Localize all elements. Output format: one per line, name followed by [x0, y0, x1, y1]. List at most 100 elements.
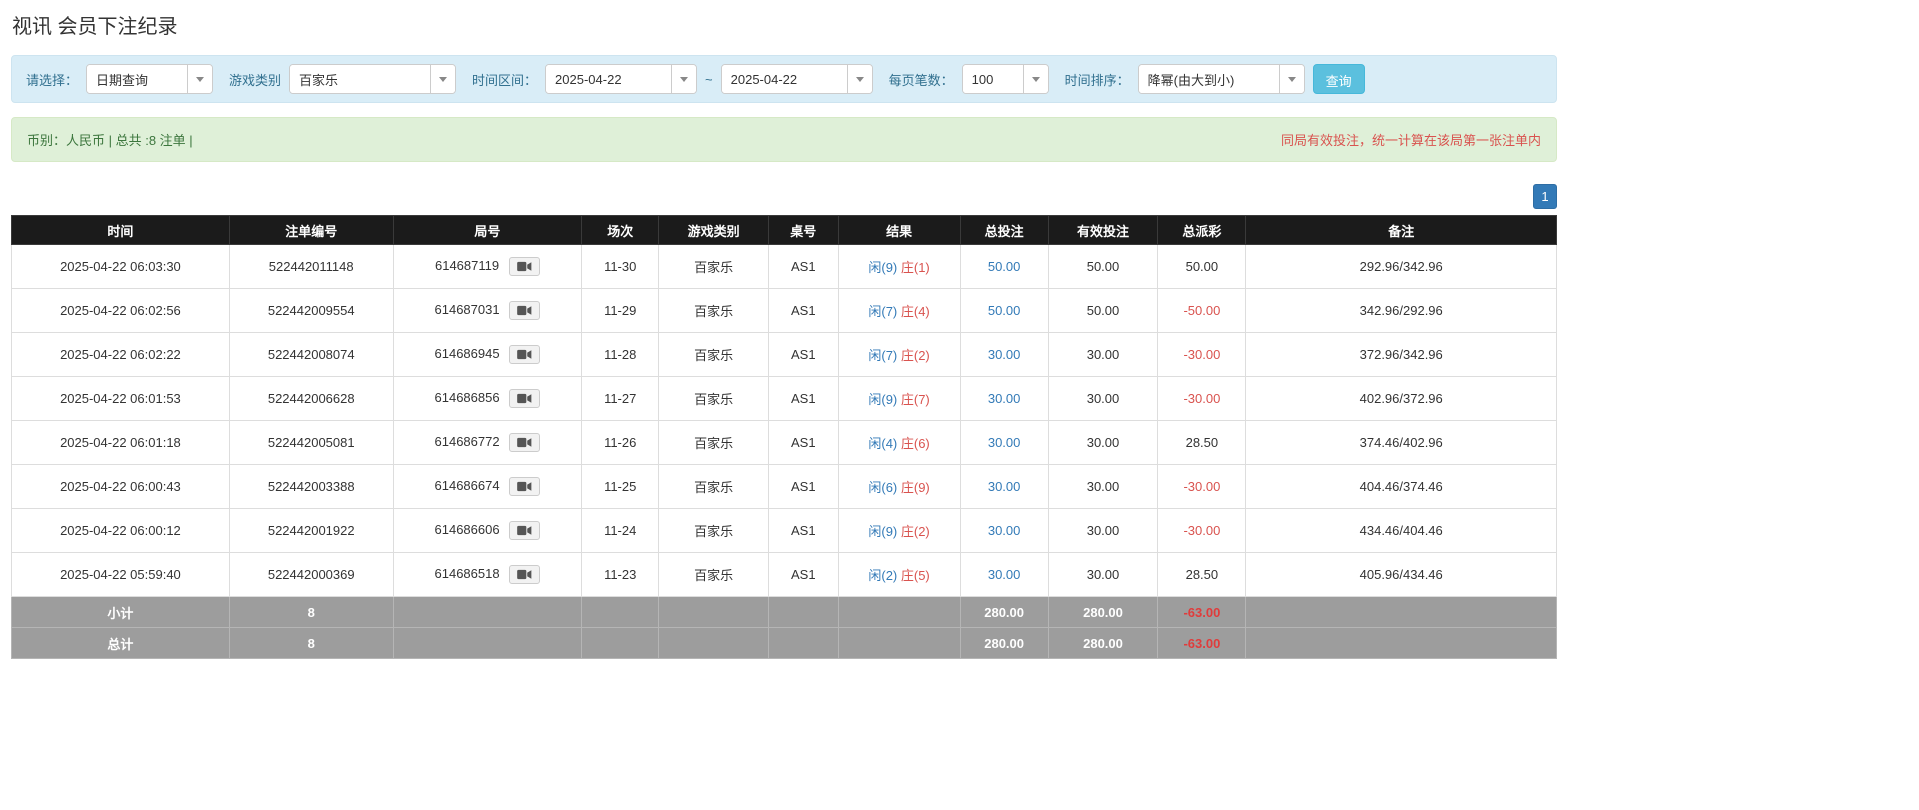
header-order-id: 注单编号 — [229, 216, 393, 245]
cell-order-id: 522442006628 — [229, 377, 393, 421]
game-type-combobox[interactable] — [289, 64, 456, 94]
date-from-input[interactable] — [546, 65, 671, 93]
table-row: 2025-04-22 06:00:43 522442003388 6146866… — [12, 465, 1557, 509]
summary-notice: 同局有效投注，统一计算在该局第一张注单内 — [1281, 130, 1541, 149]
game-type-dropdown-button[interactable] — [430, 65, 455, 93]
cell-payout: -30.00 — [1158, 333, 1246, 377]
total-bet-link[interactable]: 30.00 — [988, 347, 1021, 362]
total-bet-link[interactable]: 50.00 — [988, 259, 1021, 274]
cell-order-id: 522442008074 — [229, 333, 393, 377]
video-camera-icon — [517, 569, 532, 580]
cell-session: 11-23 — [582, 553, 659, 597]
video-camera-icon — [517, 481, 532, 492]
video-replay-button[interactable] — [509, 345, 540, 364]
result-player: 闲(9) — [868, 392, 897, 407]
video-replay-button[interactable] — [509, 477, 540, 496]
video-camera-icon — [517, 305, 532, 316]
cell-time: 2025-04-22 06:01:18 — [12, 421, 230, 465]
query-type-input[interactable] — [87, 65, 187, 93]
video-replay-button[interactable] — [509, 389, 540, 408]
header-session: 场次 — [582, 216, 659, 245]
video-replay-button[interactable] — [509, 301, 540, 320]
cell-total-bet: 30.00 — [960, 553, 1048, 597]
total-bet-link[interactable]: 30.00 — [988, 391, 1021, 406]
page-size-dropdown-button[interactable] — [1023, 65, 1048, 93]
caret-down-icon — [856, 77, 864, 82]
header-time: 时间 — [12, 216, 230, 245]
round-id-text: 614686856 — [435, 390, 500, 405]
cell-table-no: AS1 — [769, 289, 839, 333]
header-round-id: 局号 — [393, 216, 581, 245]
cell-payout: 50.00 — [1158, 245, 1246, 289]
cell-table-no: AS1 — [769, 377, 839, 421]
result-banker: 庄(2) — [901, 524, 930, 539]
query-type-dropdown-button[interactable] — [187, 65, 212, 93]
query-type-combobox[interactable] — [86, 64, 213, 94]
page-title: 视讯 会员下注纪录 — [12, 10, 1907, 39]
cell-valid-bet: 30.00 — [1048, 465, 1158, 509]
cell-time: 2025-04-22 05:59:40 — [12, 553, 230, 597]
video-replay-button[interactable] — [509, 433, 540, 452]
cell-session: 11-28 — [582, 333, 659, 377]
page-size-input[interactable] — [963, 65, 1023, 93]
date-to-input[interactable] — [722, 65, 847, 93]
cell-game-type: 百家乐 — [659, 465, 769, 509]
result-player: 闲(9) — [868, 260, 897, 275]
header-table-no: 桌号 — [769, 216, 839, 245]
cell-time: 2025-04-22 06:00:43 — [12, 465, 230, 509]
cell-total-bet: 30.00 — [960, 509, 1048, 553]
round-id-text: 614686674 — [435, 478, 500, 493]
date-from-combobox[interactable] — [545, 64, 697, 94]
video-replay-button[interactable] — [509, 257, 540, 276]
cell-round-id: 614686945 — [393, 333, 581, 377]
table-row: 2025-04-22 06:03:30 522442011148 6146871… — [12, 245, 1557, 289]
cell-payout: -30.00 — [1158, 377, 1246, 421]
cell-remark: 434.46/404.46 — [1246, 509, 1557, 553]
page-size-combobox[interactable] — [962, 64, 1049, 94]
date-from-dropdown-button[interactable] — [671, 65, 696, 93]
sort-dropdown-button[interactable] — [1279, 65, 1304, 93]
result-banker: 庄(6) — [901, 436, 930, 451]
total-bet-link[interactable]: 50.00 — [988, 303, 1021, 318]
cell-remark: 372.96/342.96 — [1246, 333, 1557, 377]
video-camera-icon — [517, 261, 532, 272]
date-to-combobox[interactable] — [721, 64, 873, 94]
video-replay-button[interactable] — [509, 521, 540, 540]
sort-input[interactable] — [1139, 65, 1279, 93]
cell-table-no: AS1 — [769, 553, 839, 597]
cell-remark: 292.96/342.96 — [1246, 245, 1557, 289]
cell-total-bet: 30.00 — [960, 377, 1048, 421]
total-bet-link[interactable]: 30.00 — [988, 479, 1021, 494]
cell-round-id: 614687031 — [393, 289, 581, 333]
pagination-page-1-button[interactable]: 1 — [1533, 184, 1557, 209]
table-row: 2025-04-22 05:59:40 522442000369 6146865… — [12, 553, 1557, 597]
total-bet-link[interactable]: 30.00 — [988, 435, 1021, 450]
sort-combobox[interactable] — [1138, 64, 1305, 94]
game-type-input[interactable] — [290, 65, 430, 93]
table-header-row: 时间 注单编号 局号 场次 游戏类别 桌号 结果 总投注 有效投注 总派彩 备注 — [12, 216, 1557, 245]
cell-order-id: 522442003388 — [229, 465, 393, 509]
cell-valid-bet: 30.00 — [1048, 421, 1158, 465]
video-replay-button[interactable] — [509, 565, 540, 584]
video-camera-icon — [517, 437, 532, 448]
total-bet-link[interactable]: 30.00 — [988, 567, 1021, 582]
total-label: 总计 — [12, 628, 230, 659]
total-bet-link[interactable]: 30.00 — [988, 523, 1021, 538]
cell-total-bet: 30.00 — [960, 421, 1048, 465]
cell-order-id: 522442000369 — [229, 553, 393, 597]
result-player: 闲(4) — [868, 436, 897, 451]
caret-down-icon — [1288, 77, 1296, 82]
cell-table-no: AS1 — [769, 245, 839, 289]
search-button[interactable]: 查询 — [1313, 64, 1365, 94]
table-row: 2025-04-22 06:00:12 522442001922 6146866… — [12, 509, 1557, 553]
result-banker: 庄(9) — [901, 480, 930, 495]
cell-result: 闲(7) 庄(2) — [838, 333, 960, 377]
cell-payout: 28.50 — [1158, 553, 1246, 597]
table-row: 2025-04-22 06:02:56 522442009554 6146870… — [12, 289, 1557, 333]
cell-game-type: 百家乐 — [659, 289, 769, 333]
cell-table-no: AS1 — [769, 465, 839, 509]
date-to-dropdown-button[interactable] — [847, 65, 872, 93]
video-camera-icon — [517, 525, 532, 536]
cell-round-id: 614687119 — [393, 245, 581, 289]
page-size-label: 每页笔数： — [889, 70, 954, 89]
